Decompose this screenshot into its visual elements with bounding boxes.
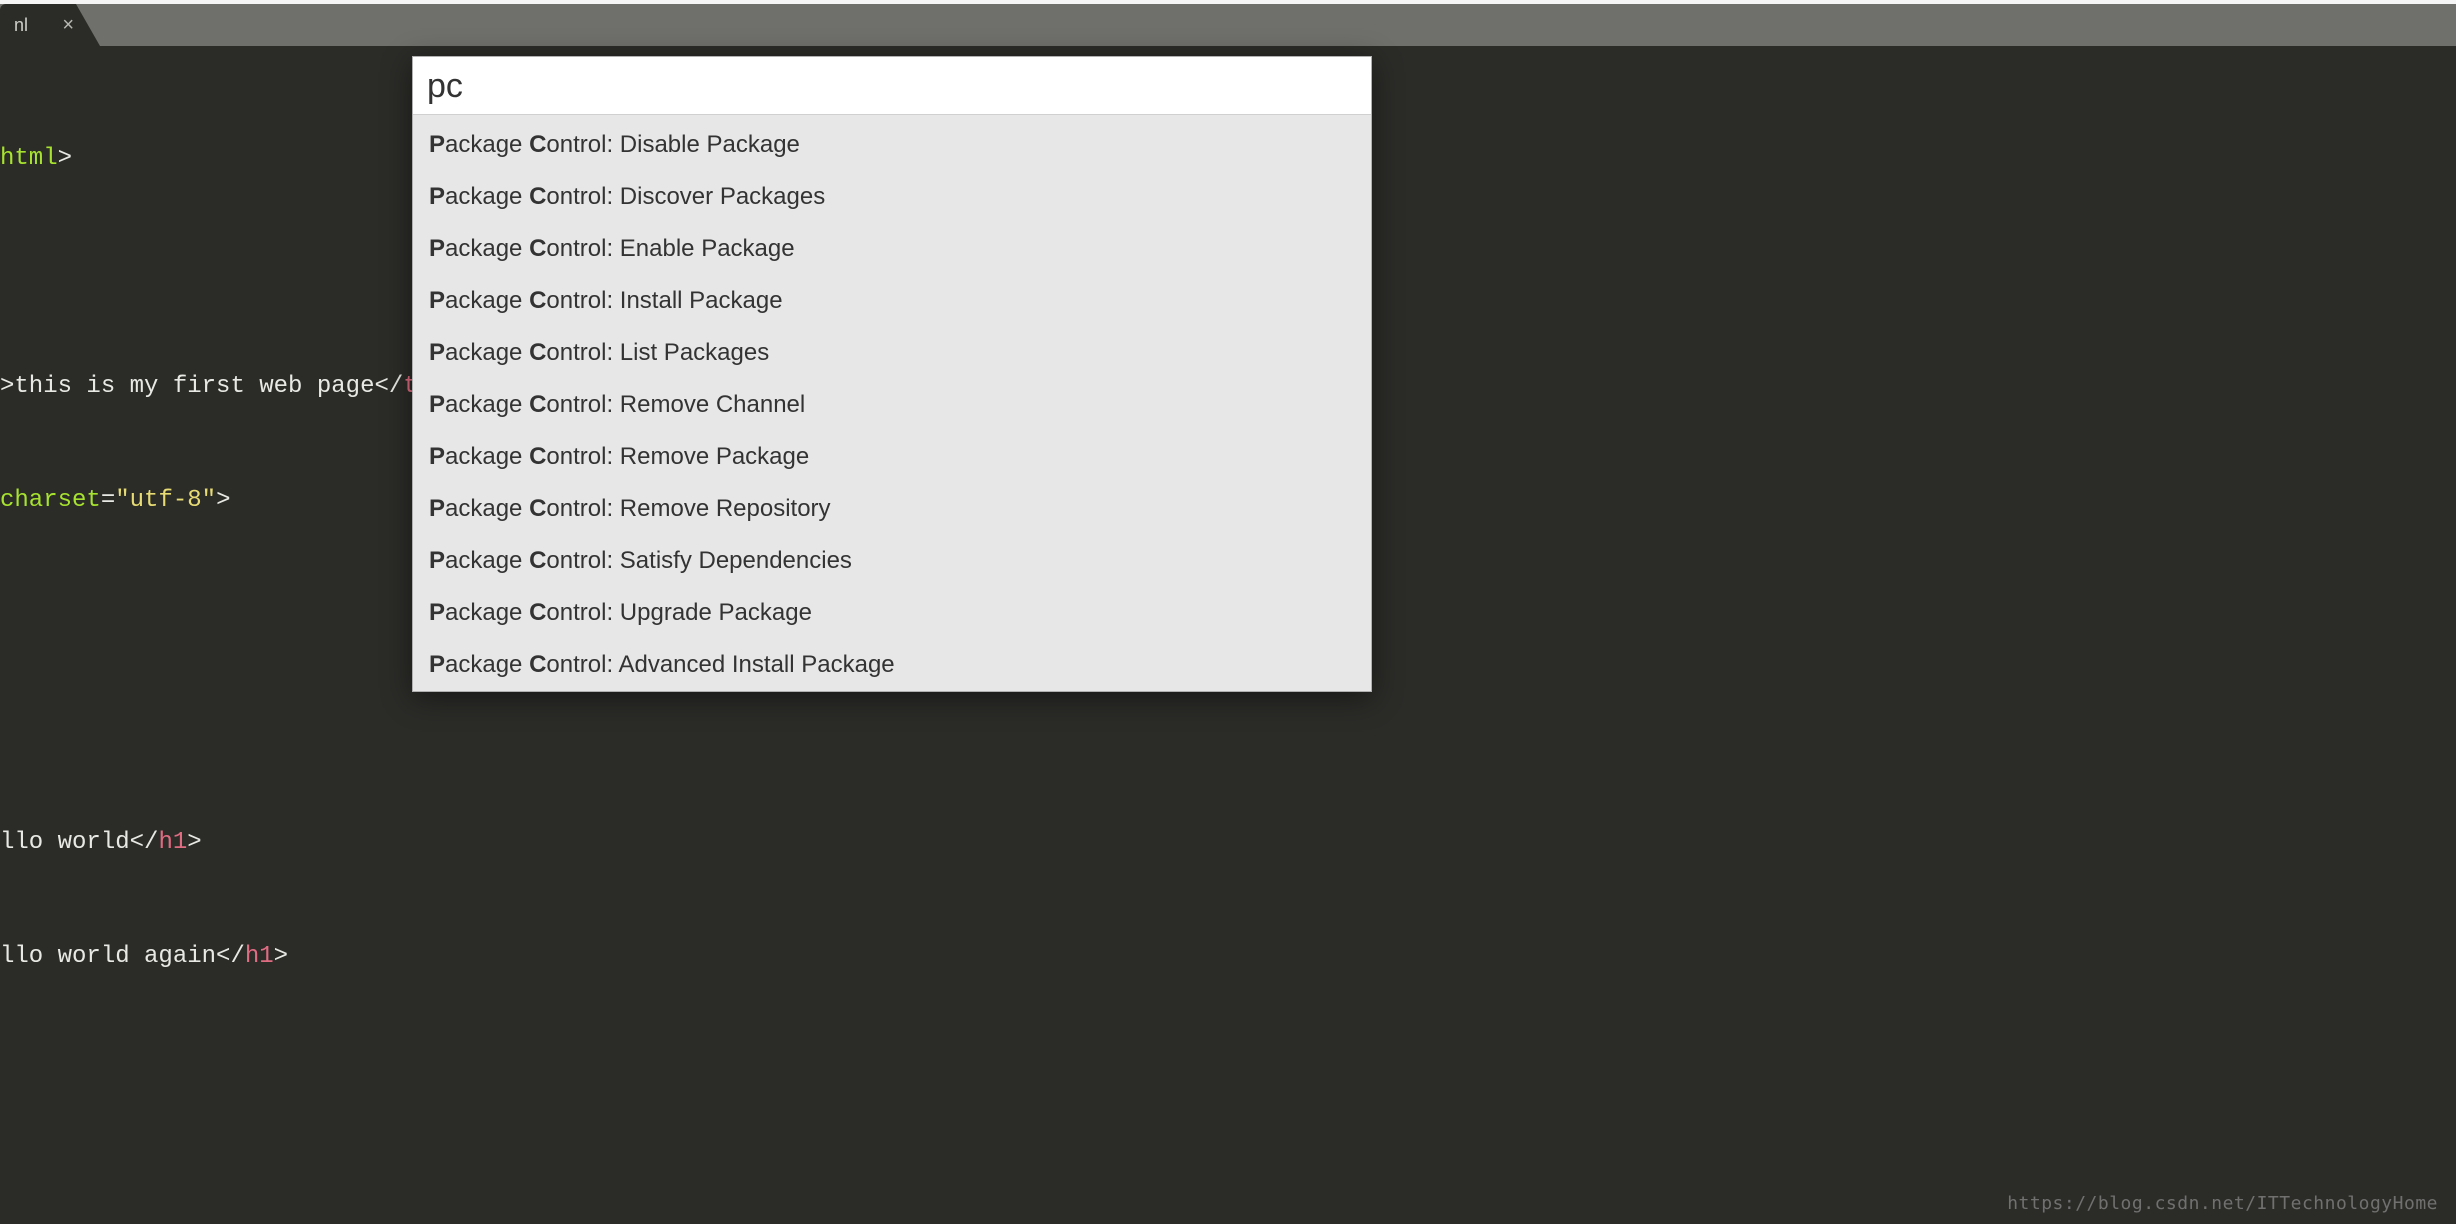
command-palette-item[interactable]: Package Control: Upgrade Package — [413, 587, 1371, 639]
command-palette-item-text: ontrol: Remove Repository — [546, 495, 830, 522]
command-palette-item-text: ackage — [445, 183, 529, 210]
code-token: llo world again — [0, 943, 216, 970]
command-palette-item[interactable]: Package Control: List Packages — [413, 327, 1371, 379]
command-palette-item-text: ackage — [445, 287, 529, 314]
command-palette-item-highlight: C — [529, 495, 546, 522]
close-icon[interactable]: × — [62, 14, 74, 37]
command-palette-item-text: ackage — [445, 495, 529, 522]
command-palette-item-highlight: P — [429, 547, 445, 574]
code-line: llo world again</h1> — [0, 938, 2456, 976]
code-token: h1 — [245, 943, 274, 970]
command-palette-item-highlight: C — [529, 391, 546, 418]
command-palette-item-text: ackage — [445, 547, 529, 574]
command-palette-item-text: ackage — [445, 131, 529, 158]
command-palette-item-text: ackage — [445, 651, 529, 678]
command-palette-item-highlight: C — [529, 339, 546, 366]
command-palette-item-text: ontrol: Discover Packages — [546, 183, 825, 210]
code-token: = — [101, 487, 115, 514]
command-palette-item-text: ackage — [445, 235, 529, 262]
command-palette-item-text: ackage — [445, 391, 529, 418]
command-palette-item[interactable]: Package Control: Satisfy Dependencies — [413, 535, 1371, 587]
command-palette-item-highlight: P — [429, 495, 445, 522]
code-token: </ — [130, 829, 159, 856]
command-palette-item-highlight: P — [429, 183, 445, 210]
command-palette-item-highlight: P — [429, 287, 445, 314]
command-palette-item[interactable]: Package Control: Remove Channel — [413, 379, 1371, 431]
command-palette-item-highlight: C — [529, 131, 546, 158]
code-token: > — [187, 829, 201, 856]
code-token: charset — [0, 487, 101, 514]
command-palette-item-text: ontrol: Advanced Install Package — [546, 651, 894, 678]
command-palette-item[interactable]: Package Control: Discover Packages — [413, 171, 1371, 223]
command-palette-item-text: ontrol: Remove Package — [546, 443, 809, 470]
code-token: </ — [216, 943, 245, 970]
command-palette-item-text: ontrol: List Packages — [546, 339, 769, 366]
command-palette-item-highlight: P — [429, 235, 445, 262]
command-palette-item-highlight: P — [429, 391, 445, 418]
watermark-text: https://blog.csdn.net/ITTechnologyHome — [2007, 1193, 2438, 1214]
code-token: </ — [374, 373, 403, 400]
code-line: llo world</h1> — [0, 824, 2456, 862]
command-palette-item-highlight: P — [429, 443, 445, 470]
code-token: llo world — [0, 829, 130, 856]
command-palette-item-text: ontrol: Enable Package — [546, 235, 794, 262]
code-token: this is my first web page — [14, 373, 374, 400]
code-token: > — [274, 943, 288, 970]
command-palette-item-text: ontrol: Install Package — [546, 287, 782, 314]
code-line — [0, 710, 2456, 748]
command-palette-item-highlight: P — [429, 599, 445, 626]
command-palette-item-highlight: P — [429, 339, 445, 366]
command-palette-item-text: ontrol: Satisfy Dependencies — [546, 547, 852, 574]
code-token: > — [216, 487, 230, 514]
command-palette-item-text: ontrol: Upgrade Package — [546, 599, 812, 626]
command-palette-list[interactable]: Package Control: Disable PackagePackage … — [413, 115, 1371, 691]
code-token: > — [0, 373, 14, 400]
command-palette-item-highlight: C — [529, 547, 546, 574]
command-palette-item-highlight: C — [529, 599, 546, 626]
command-palette-item-text: ontrol: Disable Package — [546, 131, 799, 158]
command-palette: Package Control: Disable PackagePackage … — [412, 56, 1372, 692]
command-palette-input-wrap — [413, 57, 1371, 115]
command-palette-item-text: ackage — [445, 443, 529, 470]
code-token: html — [0, 145, 58, 172]
command-palette-item-highlight: P — [429, 651, 445, 678]
command-palette-item[interactable]: Package Control: Disable Package — [413, 119, 1371, 171]
command-palette-item-highlight: C — [529, 443, 546, 470]
tab-bar: nl × — [0, 4, 2456, 46]
command-palette-item[interactable]: Package Control: Remove Package — [413, 431, 1371, 483]
file-tab[interactable]: nl × — [0, 4, 76, 46]
command-palette-item-text: ackage — [445, 599, 529, 626]
code-token: h1 — [158, 829, 187, 856]
file-tab-label: nl — [14, 15, 28, 36]
code-token: "utf-8" — [115, 487, 216, 514]
command-palette-item-highlight: C — [529, 287, 546, 314]
command-palette-item[interactable]: Package Control: Remove Repository — [413, 483, 1371, 535]
command-palette-input[interactable] — [427, 67, 1357, 106]
command-palette-item-text: ontrol: Remove Channel — [546, 391, 805, 418]
command-palette-item-highlight: C — [529, 235, 546, 262]
command-palette-item[interactable]: Package Control: Install Package — [413, 275, 1371, 327]
command-palette-item-highlight: C — [529, 651, 546, 678]
command-palette-item-highlight: C — [529, 183, 546, 210]
code-token: > — [58, 145, 72, 172]
command-palette-item[interactable]: Package Control: Enable Package — [413, 223, 1371, 275]
command-palette-item-highlight: P — [429, 131, 445, 158]
command-palette-item-text: ackage — [445, 339, 529, 366]
command-palette-item[interactable]: Package Control: Advanced Install Packag… — [413, 639, 1371, 691]
